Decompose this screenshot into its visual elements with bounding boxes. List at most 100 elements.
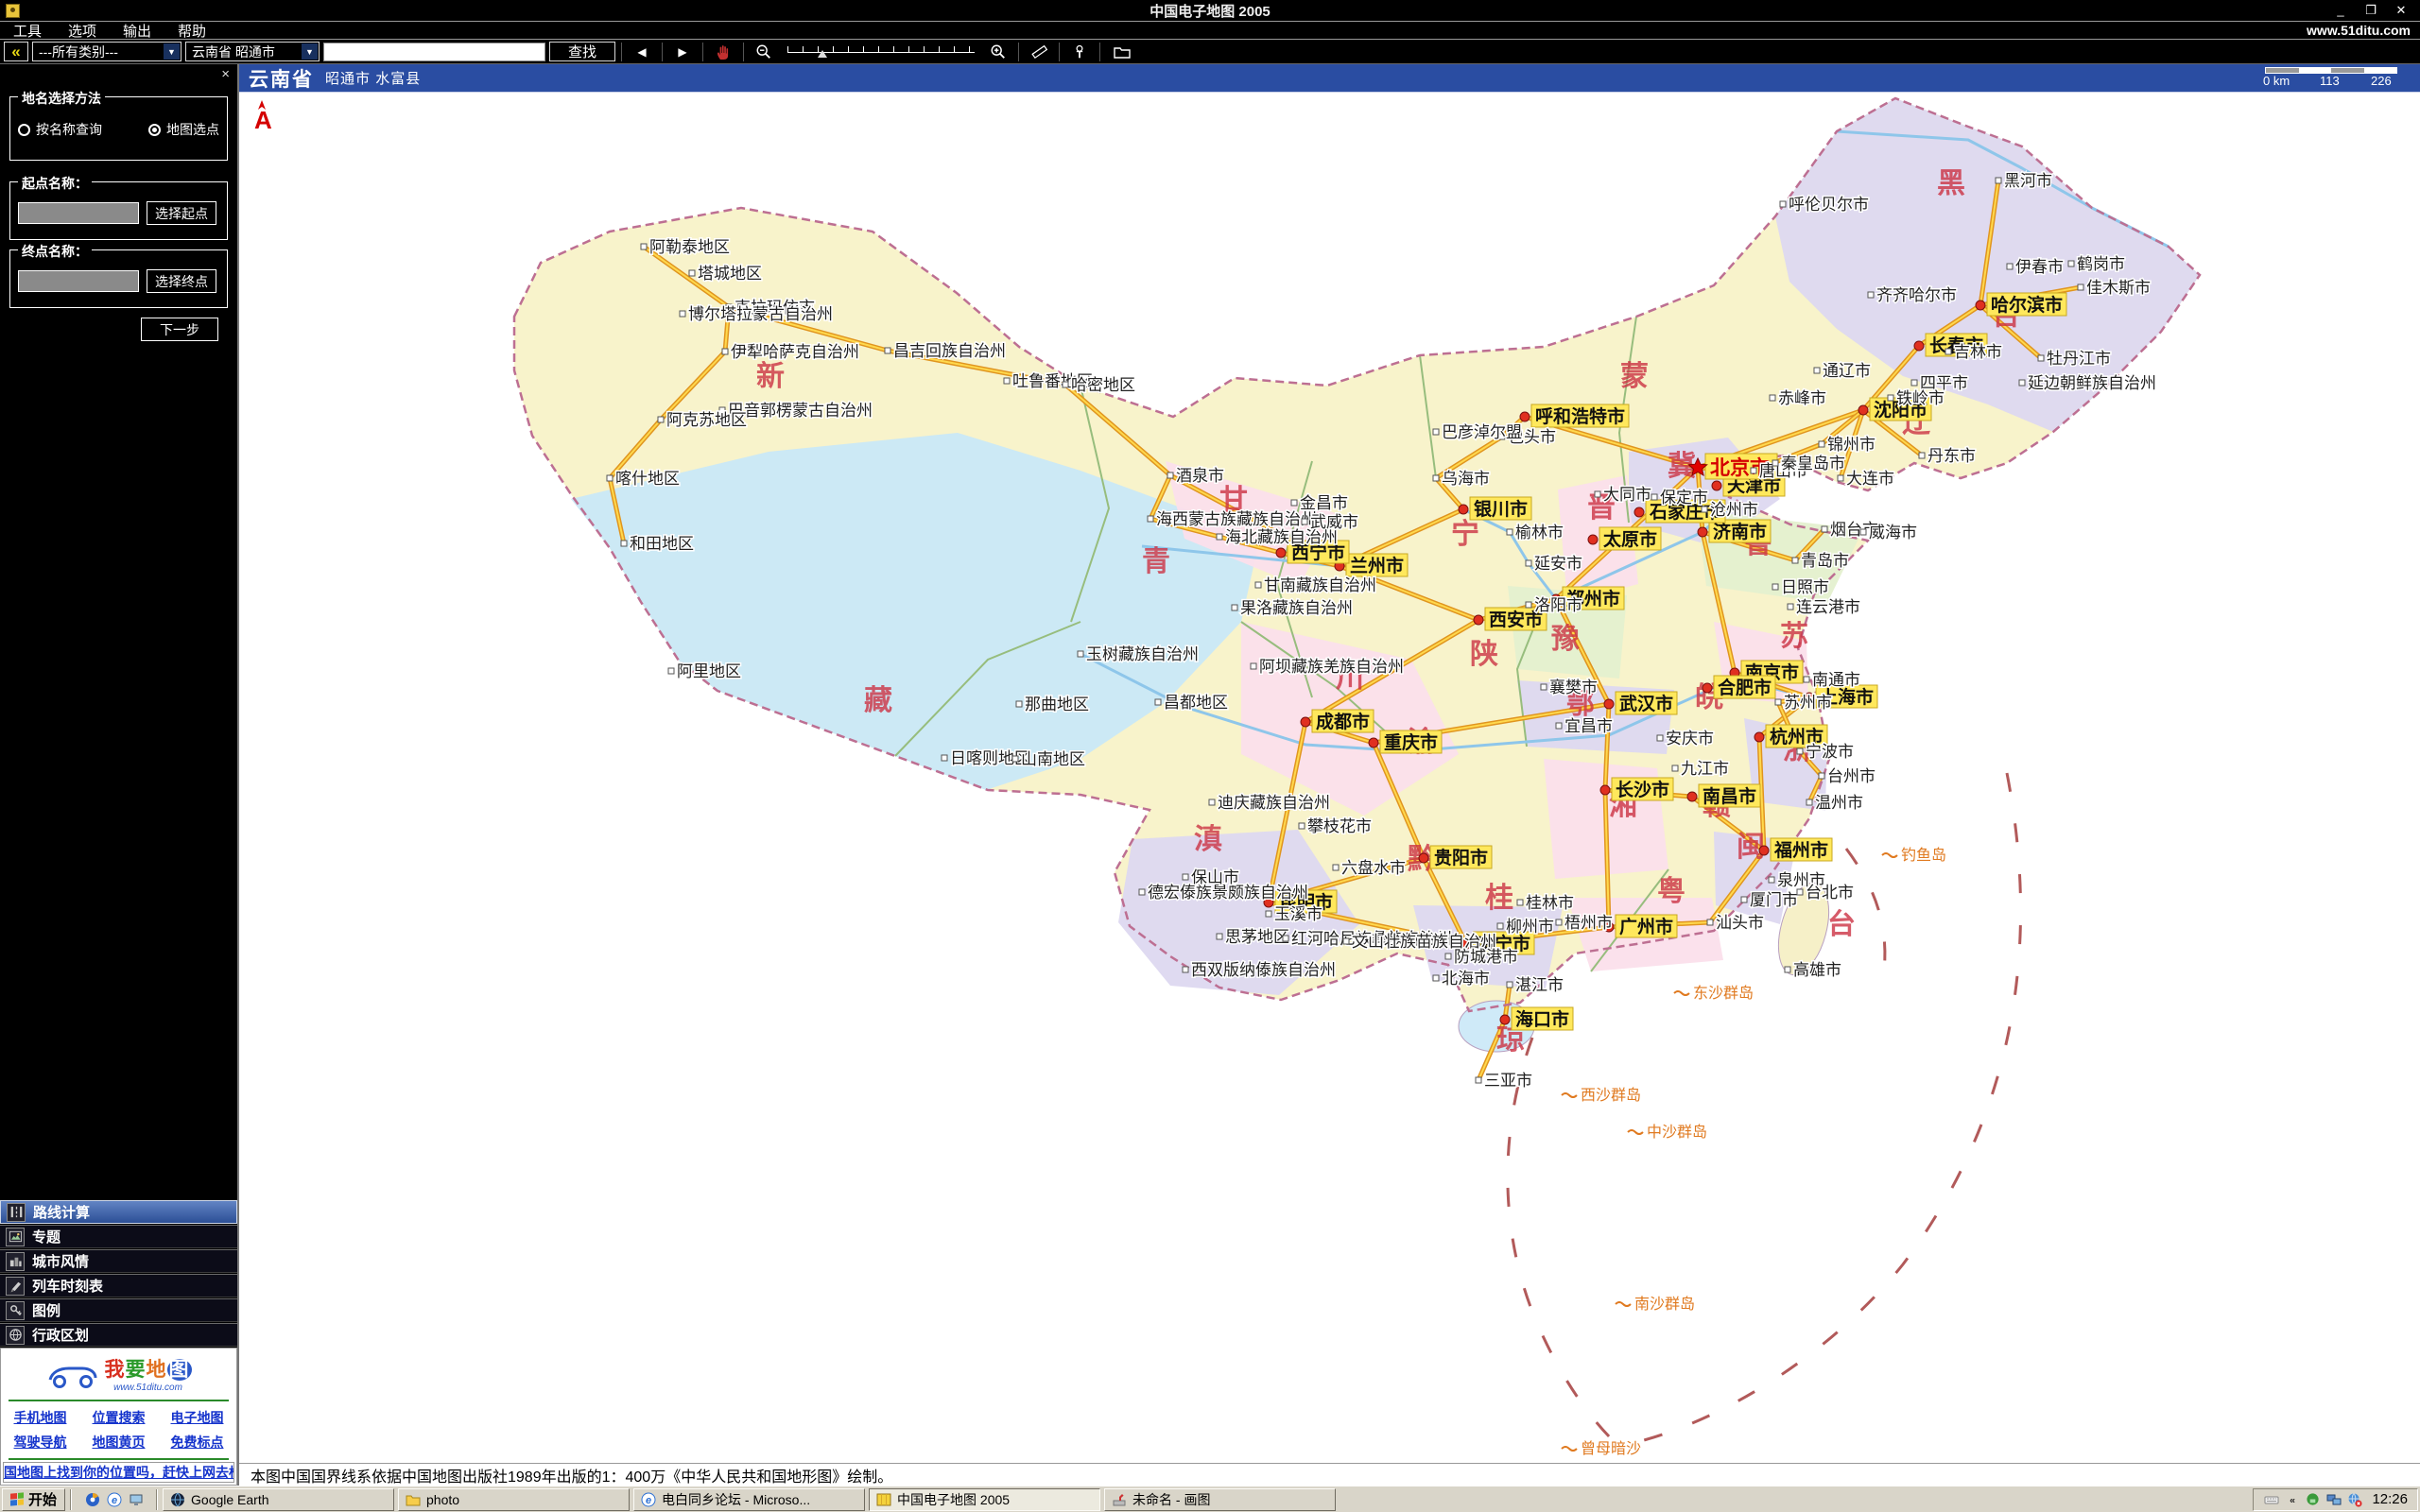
collapse-sidebar-button[interactable]: «	[4, 42, 28, 61]
desktop-icon[interactable]	[128, 1491, 144, 1507]
city-label: 三亚市	[1476, 1072, 1532, 1090]
menu-item-3[interactable]: 输出	[110, 21, 164, 41]
promo-link-1[interactable]: 手机地图	[14, 1408, 67, 1427]
svg-text:宁波市: 宁波市	[1806, 743, 1854, 761]
measure-ruler-icon[interactable]	[1025, 42, 1053, 62]
task-button-中国电子地图 2005[interactable]: 中国电子地图 2005	[869, 1488, 1100, 1511]
antivirus-icon[interactable]	[2305, 1491, 2321, 1507]
radio-map-pick[interactable]: 地图选点	[148, 120, 219, 139]
ie-icon[interactable]: e	[106, 1491, 122, 1507]
svg-text:伊犁哈萨克自治州: 伊犁哈萨克自治州	[731, 343, 859, 361]
city-label: 巴彦淖尔盟	[1433, 423, 1522, 441]
task-button-电白同乡论坛 - Microso...[interactable]: e电白同乡论坛 - Microso...	[633, 1488, 865, 1511]
sidebar-item-行政区划[interactable]: 行政区划	[0, 1323, 237, 1347]
zoom-slider[interactable]	[782, 42, 980, 62]
zoom-slider-thumb[interactable]	[818, 50, 827, 58]
title-bar: 中国电子地图 2005 _ ❐ ✕	[0, 0, 2420, 21]
offline-icon[interactable]	[2346, 1491, 2362, 1507]
sidebar-close-icon[interactable]: ×	[221, 66, 230, 82]
sidebar-item-列车时刻表[interactable]: 列车时刻表	[0, 1274, 237, 1297]
compass-icon: A	[254, 100, 272, 134]
collapse-icon[interactable]: «	[2284, 1491, 2300, 1507]
minimize-icon[interactable]: _	[2333, 3, 2348, 18]
site-url[interactable]: www.51ditu.com	[2307, 23, 2420, 38]
radio-dot-icon[interactable]	[18, 124, 30, 136]
city-label: 九江市	[1672, 760, 1729, 778]
radio-label: 按名称查询	[36, 120, 102, 139]
pushpin-icon[interactable]	[1065, 42, 1094, 62]
svg-text:高雄市: 高雄市	[1793, 961, 1841, 979]
scale-label: 113	[2320, 74, 2340, 88]
task-button-label: 电白同乡论坛 - Microso...	[662, 1490, 810, 1509]
search-input[interactable]	[323, 43, 545, 61]
city-label: 佳木斯市	[2078, 279, 2151, 297]
find-button[interactable]: 查找	[549, 42, 615, 61]
svg-text:博尔塔拉蒙古自治州: 博尔塔拉蒙古自治州	[688, 305, 833, 323]
promo-link-5[interactable]: 地图黄页	[93, 1433, 146, 1452]
radio-dot-icon[interactable]	[148, 124, 161, 136]
svg-text:防城港市: 防城港市	[1454, 948, 1518, 966]
city-label: 桂林市	[1517, 894, 1574, 912]
svg-text:成都市: 成都市	[1316, 711, 1370, 732]
task-button-未命名 - 画图[interactable]: 未命名 - 画图	[1104, 1488, 1336, 1511]
city-label: 那曲地区	[1016, 696, 1089, 713]
sidebar-item-路线计算[interactable]: 路线计算	[0, 1200, 237, 1224]
svg-text:攀枝花市: 攀枝花市	[1307, 817, 1372, 835]
promo-link-2[interactable]: 位置搜索	[93, 1408, 146, 1427]
category-dropdown[interactable]: ---所有类别--- ▼	[32, 42, 182, 61]
zoom-in-icon[interactable]	[984, 42, 1012, 62]
menu-item-1[interactable]: 工具	[0, 21, 55, 41]
marquee-link[interactable]: 国地图上找到你的位置吗，赶快上网去标	[4, 1463, 234, 1482]
sidebar-item-城市风情[interactable]: 城市风情	[0, 1249, 237, 1273]
back-icon[interactable]: ◀	[628, 42, 656, 62]
province-char: 豫	[1551, 624, 1580, 655]
zoom-out-icon[interactable]	[750, 42, 778, 62]
task-button-photo[interactable]: photo	[398, 1488, 630, 1511]
svg-text:西沙群岛: 西沙群岛	[1581, 1087, 1641, 1104]
svg-text:合肥市: 合肥市	[1718, 677, 1772, 698]
divider	[9, 1458, 229, 1460]
city-label: 延边朝鲜族自治州	[2019, 374, 2156, 392]
province-char: 新	[756, 361, 785, 392]
next-step-button[interactable]: 下一步	[141, 318, 218, 341]
category-value: ---所有类别---	[33, 43, 163, 61]
radio-by-name[interactable]: 按名称查询	[18, 120, 102, 139]
forward-icon[interactable]: ▶	[668, 42, 697, 62]
sidebar-item-专题[interactable]: 专题	[0, 1225, 237, 1248]
region-dropdown[interactable]: 云南省 昭通市 ▼	[185, 42, 320, 61]
svg-text:滇: 滇	[1194, 824, 1222, 855]
svg-text:藏: 藏	[864, 685, 892, 716]
task-button-Google Earth[interactable]: Google Earth	[163, 1488, 394, 1511]
menu-item-2[interactable]: 选项	[55, 21, 110, 41]
svg-text:乌海市: 乌海市	[1442, 470, 1490, 488]
svg-text:海口市: 海口市	[1515, 1008, 1569, 1030]
start-button[interactable]: 开始	[2, 1488, 65, 1511]
promo-link-6[interactable]: 免费标点	[171, 1433, 224, 1452]
city-label: 通辽市	[1814, 362, 1871, 380]
svg-text:阿勒泰地区: 阿勒泰地区	[649, 238, 730, 256]
route-sidebar: × 地名选择方法 按名称查询地图选点 起点名称： 选择起点 终点名称： 选择终点	[0, 64, 239, 1486]
network-icon[interactable]	[2325, 1491, 2342, 1507]
svg-text:九江市: 九江市	[1681, 760, 1729, 778]
current-city-county: 昭通市 水富县	[325, 68, 421, 88]
choose-end-button[interactable]: 选择终点	[147, 269, 216, 293]
city-label: 广州市	[1604, 915, 1677, 937]
city-label: 苏州市	[1775, 694, 1832, 712]
open-folder-icon[interactable]	[1106, 42, 1138, 62]
keyboard-icon[interactable]	[2263, 1491, 2279, 1507]
car-logo-icon	[46, 1357, 99, 1389]
map-canvas[interactable]: 黑吉辽蒙新藏青甘宁陕晋冀鲁豫苏皖鄂渝川黔滇湘赣浙闽粤桂琼台哈尔滨市长春市沈阳市呼…	[239, 93, 2420, 1463]
promo-link-3[interactable]: 电子地图	[171, 1408, 224, 1427]
promo-panel: 我要地图 www.51ditu.com 手机地图位置搜索电子地图驾驶导航地图黄页…	[0, 1348, 237, 1486]
choose-start-button[interactable]: 选择起点	[147, 201, 216, 225]
menu-item-4[interactable]: 帮助	[164, 21, 219, 41]
close-icon[interactable]: ✕	[2394, 3, 2409, 18]
sidebar-item-图例[interactable]: 图例	[0, 1298, 237, 1322]
start-point-input[interactable]	[18, 202, 139, 224]
pan-hand-icon[interactable]	[709, 42, 737, 62]
folder-icon	[405, 1491, 421, 1507]
media-player-icon[interactable]	[84, 1491, 100, 1507]
end-point-input[interactable]	[18, 270, 139, 292]
restore-icon[interactable]: ❐	[2363, 3, 2378, 18]
promo-link-4[interactable]: 驾驶导航	[14, 1433, 67, 1452]
